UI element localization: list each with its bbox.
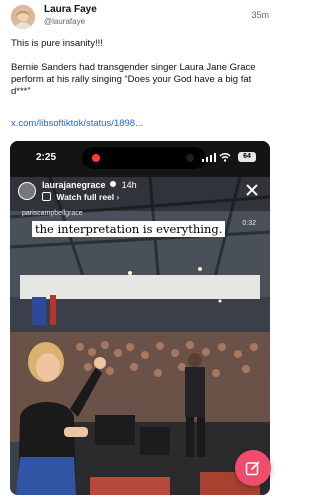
- post-text-line: This is pure insanity!!!: [11, 38, 103, 49]
- video-embed[interactable]: 2:25 64 laurajanegrace 14h Watch full re…: [10, 141, 270, 495]
- post-body: This is pure insanity!!! Bernie Sanders …: [11, 38, 273, 98]
- recording-dot-icon: [92, 154, 100, 162]
- phone-status-bar: 2:25 64: [10, 141, 270, 177]
- author-handle[interactable]: @laurafaye: [44, 17, 85, 26]
- close-icon[interactable]: [244, 182, 260, 198]
- post-text-paragraph: Bernie Sanders had transgender singer La…: [11, 62, 256, 97]
- dynamic-island: [82, 147, 206, 169]
- story-username: laurajanegrace 14h: [42, 180, 137, 190]
- watch-full-reel-link[interactable]: Watch full reel ›: [42, 192, 119, 202]
- post-timestamp: 35m: [251, 10, 269, 20]
- reel-icon: [42, 192, 51, 201]
- video-frame: laurajanegrace 14h Watch full reel › par…: [10, 177, 270, 495]
- author-avatar[interactable]: [11, 5, 35, 29]
- story-age: 14h: [121, 180, 137, 190]
- wifi-icon: [219, 153, 231, 162]
- video-credit: pariscampbellgrace: [22, 210, 83, 217]
- video-caption: the interpretation is everything.: [32, 221, 226, 237]
- author-name[interactable]: Laura Faye: [44, 4, 97, 15]
- post-link[interactable]: x.com/libsoftiktok/status/1898...: [11, 118, 143, 129]
- status-clock: 2:25: [36, 152, 57, 163]
- compose-button[interactable]: [235, 450, 271, 486]
- verified-badge-icon: [110, 181, 117, 187]
- story-header: laurajanegrace 14h Watch full reel ›: [10, 177, 270, 207]
- story-avatar: [18, 182, 36, 200]
- camera-icon: [186, 154, 194, 162]
- video-timer: 0:32: [242, 220, 256, 227]
- signal-icon: [202, 153, 216, 162]
- post-header: Laura Faye @laurafaye 35m: [0, 0, 281, 34]
- compose-icon: [245, 461, 260, 476]
- battery-indicator: 64: [238, 152, 256, 162]
